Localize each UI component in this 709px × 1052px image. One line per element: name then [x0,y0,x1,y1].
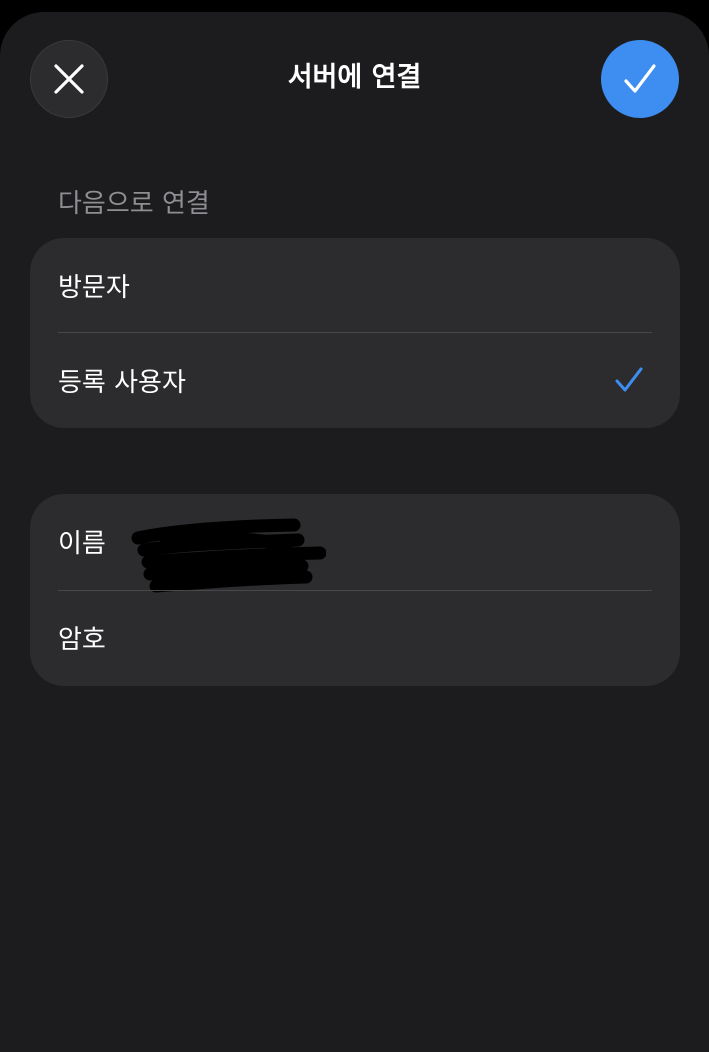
option-registered-user[interactable]: 등록 사용자 [30,333,680,428]
connect-as-label: 다음으로 연결 [58,189,210,219]
checkmark-icon [624,64,656,93]
connect-to-server-sheet: 서버에 연결 다음으로 연결 방문자 등록 사용자 이름 암호 [0,12,709,1052]
password-field[interactable]: 암호 [30,589,680,685]
confirm-button[interactable] [601,40,679,118]
option-guest[interactable]: 방문자 [30,238,680,333]
connect-as-group: 방문자 등록 사용자 [30,238,680,428]
option-registered-user-label: 등록 사용자 [58,368,186,398]
option-guest-label: 방문자 [58,273,130,303]
sheet-header: 서버에 연결 [0,12,709,142]
selected-checkmark-icon [615,367,643,392]
credentials-group: 이름 암호 [30,494,680,686]
name-field-label: 이름 [58,529,106,559]
name-field[interactable]: 이름 [30,494,680,593]
password-field-label: 암호 [58,624,106,655]
redaction-scribble [131,518,326,593]
